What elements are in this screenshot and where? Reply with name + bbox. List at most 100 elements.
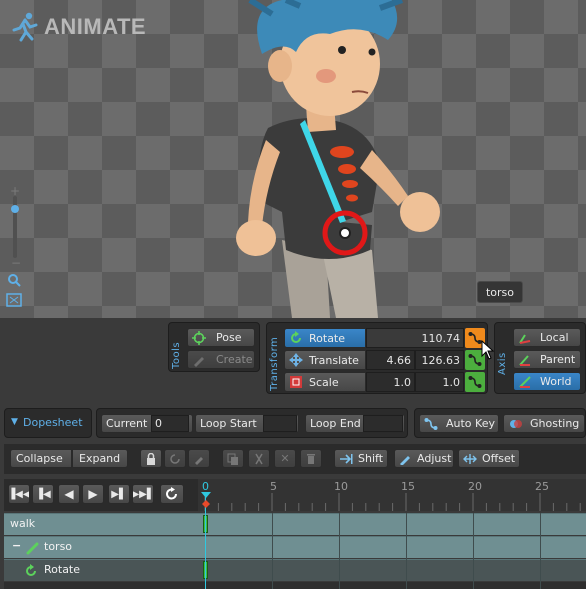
lock-button[interactable] xyxy=(140,449,162,468)
grid-line xyxy=(272,513,273,589)
track-row-walk[interactable]: walk xyxy=(4,513,586,535)
loop-icon xyxy=(166,487,177,500)
cut-button[interactable] xyxy=(248,449,270,468)
magnifier-icon[interactable] xyxy=(7,273,21,287)
dopesheet-toggle[interactable]: ▼ Dopesheet xyxy=(4,408,92,438)
track-row-rotate[interactable]: Rotate xyxy=(4,559,586,581)
timeline-ruler[interactable]: 0 5 10 15 20 25 xyxy=(198,479,586,511)
move-icon xyxy=(289,353,303,367)
transform-panel: Transform Rotate 110.74 Translate 4.66 1… xyxy=(266,322,488,394)
zoom-out-icon[interactable]: − xyxy=(11,256,21,270)
playhead-handle[interactable] xyxy=(200,492,212,510)
play-button[interactable]: ▶ xyxy=(82,484,104,504)
ruler-ticks xyxy=(204,493,581,511)
transport-bar: ▐◀◀ ▐◀ ◀ ▶ ▶▌ ▶▶▌ xyxy=(4,479,198,511)
copy-icon xyxy=(227,453,238,465)
character-canvas[interactable] xyxy=(0,0,586,318)
viewport[interactable]: ANIMATE + − torso xyxy=(0,0,586,318)
translate-label: Translate xyxy=(309,353,359,367)
crosshair-icon xyxy=(192,330,206,345)
shift-label: Shift xyxy=(358,452,384,465)
track-label-walk: walk xyxy=(10,517,36,530)
transform-title: Transform xyxy=(269,336,280,391)
collapse-button[interactable]: Collapse xyxy=(10,449,72,468)
brush-icon xyxy=(195,456,203,465)
zoom-thumb[interactable] xyxy=(11,205,19,213)
trash-button[interactable] xyxy=(300,449,322,468)
play-backward-button[interactable]: ◀ xyxy=(58,484,80,504)
copy-button[interactable] xyxy=(222,449,244,468)
next-key-button[interactable]: ▶▌ xyxy=(108,484,130,504)
go-to-end-button[interactable]: ▶▶▌ xyxy=(132,484,154,504)
axis-parent-icon xyxy=(519,354,530,366)
adjust-label: Adjust xyxy=(417,452,452,465)
rotate-icon xyxy=(26,564,36,576)
scale-button[interactable]: Scale xyxy=(284,372,366,392)
prev-key-button[interactable]: ▐◀ xyxy=(32,484,54,504)
scissors-icon xyxy=(255,453,263,464)
axis-parent-label: Parent xyxy=(540,353,576,366)
collapse-label: Collapse xyxy=(16,452,63,465)
delete-button[interactable]: ✕ xyxy=(274,449,296,468)
expand-button[interactable]: Expand xyxy=(72,449,128,468)
translate-button[interactable]: Translate xyxy=(284,350,366,370)
shift-arrow-icon xyxy=(340,453,353,464)
loop-button[interactable] xyxy=(160,484,184,504)
axis-world-label: World xyxy=(540,375,572,388)
go-to-start-button[interactable]: ▐◀◀ xyxy=(8,484,30,504)
fit-view-icon[interactable] xyxy=(6,293,22,307)
bone-name-label: torso xyxy=(477,281,523,303)
track-row-torso[interactable]: − torso xyxy=(4,536,586,558)
mouse-cursor-icon xyxy=(481,340,495,360)
close-icon: ✕ xyxy=(280,452,290,465)
key-curve-icon xyxy=(468,376,482,388)
axis-parent-button[interactable]: Parent xyxy=(513,350,581,369)
key-curve-icon xyxy=(424,417,438,430)
current-frame-input[interactable]: 0 xyxy=(151,415,189,432)
pose-label: Pose xyxy=(216,331,242,344)
loop-start-label: Loop Start xyxy=(200,417,257,430)
tick-label-5: 5 xyxy=(270,480,277,493)
axis-world-icon xyxy=(519,375,531,388)
collapse-minus-icon[interactable]: − xyxy=(12,539,21,552)
loop-end-input[interactable] xyxy=(363,415,403,432)
offset-button[interactable]: Offset xyxy=(458,449,520,468)
auto-key-button[interactable]: Auto Key xyxy=(419,414,499,433)
create-button[interactable]: Create xyxy=(187,350,255,369)
brush-button[interactable] xyxy=(188,449,210,468)
ghosting-label: Ghosting xyxy=(530,417,580,430)
zoom-slider[interactable]: + − xyxy=(5,184,25,270)
rotate-key-tool-button[interactable] xyxy=(164,449,186,468)
pen-icon xyxy=(194,356,204,367)
grid-line xyxy=(473,513,474,589)
track-label-rotate: Rotate xyxy=(44,563,81,576)
translate-x-value[interactable]: 4.66 xyxy=(366,350,415,370)
trash-icon xyxy=(307,453,315,464)
tick-label-20: 20 xyxy=(468,480,482,493)
scale-key-button[interactable] xyxy=(465,372,485,392)
scale-y-value[interactable]: 1.0 xyxy=(415,372,464,392)
playback-panel: Current 0 Loop Start Loop End xyxy=(96,408,408,438)
loop-start-input[interactable] xyxy=(263,415,297,432)
tick-label-10: 10 xyxy=(334,480,348,493)
scale-x-value[interactable]: 1.0 xyxy=(366,372,415,392)
next-frame-icon: ▶▌ xyxy=(111,488,127,500)
play-reverse-icon: ◀ xyxy=(64,487,74,501)
axis-local-button[interactable]: Local xyxy=(513,328,581,347)
play-icon: ▶ xyxy=(88,487,98,501)
ghosting-button[interactable]: Ghosting xyxy=(503,414,585,433)
adjust-button[interactable]: Adjust xyxy=(394,449,454,468)
offset-label: Offset xyxy=(482,452,516,465)
tools-title: Tools xyxy=(171,341,182,369)
axis-local-icon xyxy=(519,333,531,344)
rotate-value[interactable]: 110.74 xyxy=(366,328,464,348)
key-curve-icon xyxy=(468,354,482,366)
shift-button[interactable]: Shift xyxy=(334,449,388,468)
scale-icon xyxy=(290,376,302,388)
rotate-button[interactable]: Rotate xyxy=(284,328,366,348)
axis-world-button[interactable]: World xyxy=(513,372,581,391)
pose-button[interactable]: Pose xyxy=(187,328,255,347)
dopesheet-title: Dopesheet xyxy=(23,416,83,429)
translate-y-value[interactable]: 126.63 xyxy=(415,350,464,370)
ghosting-icon xyxy=(510,419,522,428)
